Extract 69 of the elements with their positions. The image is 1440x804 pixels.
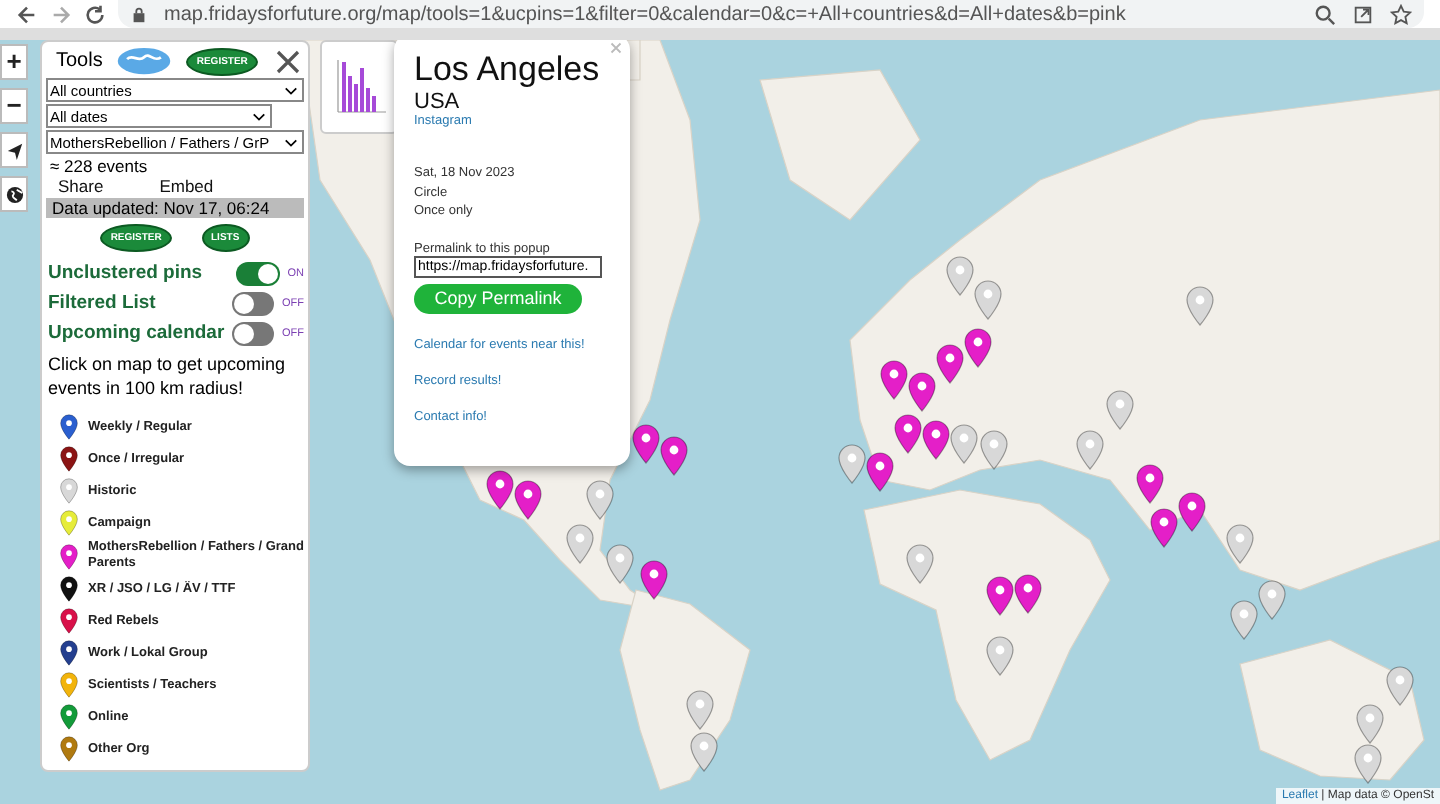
globe-icon <box>5 185 23 203</box>
map-pin-icon[interactable] <box>986 576 1014 616</box>
hint-text: Click on map to get upcoming events in 100 km radius! <box>48 354 288 400</box>
address-bar[interactable]: map.fridaysforfuture.org/map/tools=1&ucpins=1&filter=0&calendar=0&c=+All+countries&d=All+dates&b=pink <box>118 0 1424 28</box>
panel-link[interactable]: Embed <box>159 176 214 196</box>
star-icon[interactable] <box>1390 3 1412 25</box>
map-pin-icon[interactable] <box>906 544 934 584</box>
share-icon[interactable] <box>1352 3 1374 25</box>
map-pin-icon[interactable] <box>1354 744 1382 784</box>
map-pin-icon[interactable] <box>1226 524 1254 564</box>
map-pin-icon[interactable] <box>686 690 714 730</box>
city-title: Los Angeles <box>414 50 602 90</box>
map-pin-icon[interactable] <box>1178 492 1206 532</box>
close-icon[interactable] <box>276 49 300 73</box>
reload-icon[interactable] <box>84 3 106 25</box>
map-pin-icon[interactable] <box>1076 430 1104 470</box>
event-count: ≈ 228 events <box>50 156 150 176</box>
url-text: map.fridaysforfuture.org/map/tools=1&ucpins=1&filter=0&calendar=0&c=+All+countries&d=All+dates&b=pink <box>164 3 1128 25</box>
map-pin-icon[interactable] <box>1356 704 1384 744</box>
globe-logo-icon <box>114 46 175 76</box>
map-pin-icon[interactable] <box>660 436 688 476</box>
map-pin-icon[interactable] <box>514 480 542 520</box>
map-pin-icon[interactable] <box>1014 574 1042 614</box>
chart-thumbnail[interactable] <box>320 40 398 134</box>
locate-button[interactable] <box>0 132 28 168</box>
map-pin-icon[interactable] <box>1136 464 1164 504</box>
map-pin-icon[interactable] <box>894 414 922 454</box>
map-pin-icon[interactable] <box>606 544 634 584</box>
toggle-switch[interactable] <box>231 291 274 315</box>
map-pin-icon[interactable] <box>566 524 594 564</box>
map-pin-icon[interactable] <box>586 480 614 520</box>
zoom-out-button[interactable]: − <box>0 88 28 124</box>
location-arrow-icon <box>5 141 23 159</box>
toggle-switch[interactable] <box>235 261 280 285</box>
back-icon[interactable] <box>16 3 38 25</box>
map-pin-icon[interactable] <box>880 360 908 400</box>
panel-link[interactable]: Share <box>58 176 104 196</box>
map-pin-icon[interactable] <box>486 470 514 510</box>
zoom-in-button[interactable]: + <box>0 44 28 80</box>
map-pin-icon[interactable] <box>986 636 1014 676</box>
country-text: USA <box>414 90 462 114</box>
map-pin-icon[interactable] <box>922 420 950 460</box>
map-pin-icon[interactable] <box>1258 580 1286 620</box>
toggle-switch[interactable] <box>231 321 274 345</box>
search-icon[interactable] <box>1314 3 1336 25</box>
map-pin-icon[interactable] <box>838 444 866 484</box>
map-pin-icon[interactable] <box>980 430 1008 470</box>
map-pin-icon[interactable] <box>640 560 668 600</box>
toggle-label: Upcoming calendar <box>48 322 227 344</box>
map-pin-icon[interactable] <box>974 280 1002 320</box>
lock-icon <box>130 5 148 23</box>
map-pin-icon[interactable] <box>908 372 936 412</box>
map-pin-icon[interactable] <box>632 424 660 464</box>
map-pin-icon[interactable] <box>1150 508 1178 548</box>
map-pin-icon[interactable] <box>1186 286 1214 326</box>
map-pin-icon[interactable] <box>946 256 974 296</box>
data-updated-text: Data updated: Nov 17, 06:24 <box>46 198 304 218</box>
map-pin-icon[interactable] <box>964 328 992 368</box>
map-pin-icon[interactable] <box>1386 666 1414 706</box>
globe-button[interactable] <box>0 176 28 212</box>
panel-title: Tools <box>56 50 103 72</box>
map-pin-icon[interactable] <box>1230 600 1258 640</box>
map-pin-icon[interactable] <box>950 424 978 464</box>
map-pin-icon[interactable] <box>866 452 894 492</box>
map-pin-icon[interactable] <box>936 344 964 384</box>
map-pin-icon[interactable] <box>1106 390 1134 430</box>
toggle-label: Filtered List <box>48 292 158 314</box>
toggle-label: Unclustered pins <box>48 262 205 284</box>
map-pin-icon[interactable] <box>690 732 718 772</box>
